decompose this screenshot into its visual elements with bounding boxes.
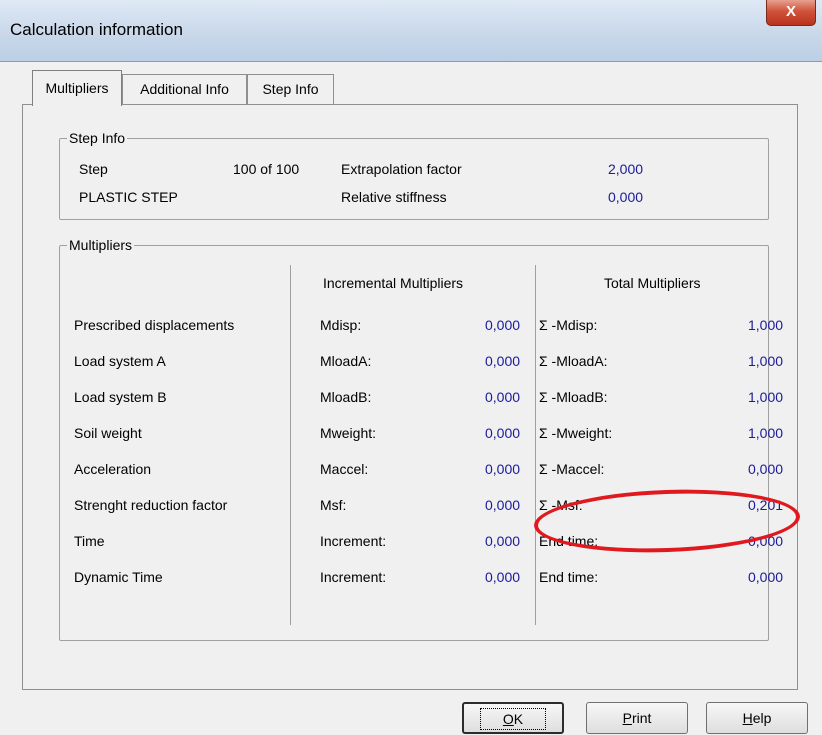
ok-button[interactable]: OK xyxy=(462,702,564,734)
inc-value: 0,000 xyxy=(485,569,521,585)
inc-label: MloadB: xyxy=(320,389,372,405)
tot-value: 0,000 xyxy=(748,461,784,477)
multipliers-group xyxy=(59,245,769,641)
row-name: Soil weight xyxy=(74,425,142,441)
ok-mnemonic: O xyxy=(502,711,514,727)
tot-label: Σ -MloadA: xyxy=(539,353,608,369)
ok-focus-rect: OK xyxy=(479,708,547,730)
help-button[interactable]: Help xyxy=(706,702,808,734)
help-rest: elp xyxy=(752,710,772,726)
stiffness-value: 0,000 xyxy=(608,189,644,205)
multipliers-group-label: Multipliers xyxy=(67,237,135,253)
help-mnemonic: H xyxy=(742,710,753,726)
row-name: Load system B xyxy=(74,389,167,405)
phase-label: PLASTIC STEP xyxy=(79,189,178,205)
step-info-group xyxy=(59,138,769,220)
inc-value: 0,000 xyxy=(485,353,521,369)
tab-step-info[interactable]: Step Info xyxy=(247,74,334,104)
step-info-group-label: Step Info xyxy=(67,130,128,146)
ok-rest: K xyxy=(513,711,524,727)
tot-value: 1,000 xyxy=(748,353,784,369)
inc-label: Mdisp: xyxy=(320,317,362,333)
print-mnemonic: P xyxy=(622,710,632,726)
window-title: Calculation information xyxy=(10,20,183,39)
inc-label: Maccel: xyxy=(320,461,369,477)
inc-label: Mweight: xyxy=(320,425,377,441)
row-name: Prescribed displacements xyxy=(74,317,235,333)
inc-label: MloadA: xyxy=(320,353,372,369)
incremental-header: Incremental Multipliers xyxy=(323,275,464,291)
tot-label: Σ -Mweight: xyxy=(539,425,613,441)
tab-panel: Step Info Step 100 of 100 PLASTIC STEP E… xyxy=(22,104,798,690)
stiffness-label: Relative stiffness xyxy=(341,189,447,205)
inc-label: Msf: xyxy=(320,497,347,513)
extrapolation-label: Extrapolation factor xyxy=(341,161,462,177)
column-divider-left xyxy=(290,265,291,625)
total-header: Total Multipliers xyxy=(604,275,701,291)
tot-value: 1,000 xyxy=(748,425,784,441)
step-label: Step xyxy=(79,161,108,177)
tab-multipliers[interactable]: Multipliers xyxy=(32,70,122,106)
extrapolation-value: 2,000 xyxy=(608,161,644,177)
inc-value: 0,000 xyxy=(485,389,521,405)
tot-value: 1,000 xyxy=(748,317,784,333)
tab-additional-info-label: Additional Info xyxy=(140,81,229,97)
close-icon: X xyxy=(785,3,796,20)
tot-label: Σ -Mdisp: xyxy=(539,317,598,333)
tot-label: End time: xyxy=(539,569,599,585)
tab-step-info-label: Step Info xyxy=(262,81,319,97)
tab-multipliers-label: Multipliers xyxy=(45,80,109,96)
row-name: Dynamic Time xyxy=(74,569,163,585)
title-bar: Calculation information X xyxy=(0,0,822,62)
inc-label: Increment: xyxy=(320,533,387,549)
inc-value: 0,000 xyxy=(485,461,521,477)
tot-label: Σ -Maccel: xyxy=(539,461,605,477)
inc-value: 0,000 xyxy=(485,425,521,441)
inc-value: 0,000 xyxy=(485,497,521,513)
column-divider-right xyxy=(535,265,536,625)
tot-value: 1,000 xyxy=(748,389,784,405)
row-name: Acceleration xyxy=(74,461,152,477)
inc-value: 0,000 xyxy=(485,317,521,333)
tot-value: 0,000 xyxy=(748,569,784,585)
tab-additional-info[interactable]: Additional Info xyxy=(122,74,247,104)
row-name: Strenght reduction factor xyxy=(74,497,228,513)
tot-label: Σ -MloadB: xyxy=(539,389,608,405)
inc-label: Increment: xyxy=(320,569,387,585)
inc-value: 0,000 xyxy=(485,533,521,549)
row-name: Load system A xyxy=(74,353,166,369)
print-rest: rint xyxy=(631,710,652,726)
row-name: Time xyxy=(74,533,105,549)
print-button[interactable]: Print xyxy=(586,702,688,734)
close-button[interactable]: X xyxy=(766,0,816,26)
step-value: 100 of 100 xyxy=(233,161,300,177)
